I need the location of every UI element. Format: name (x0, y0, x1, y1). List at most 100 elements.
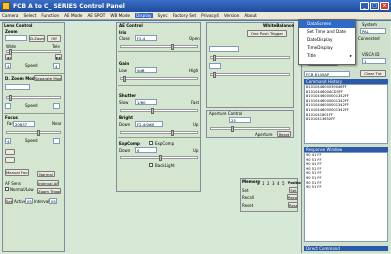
display-dropdown-menu: DataScreen Set Time and Date DateDisplay… (298, 19, 356, 65)
af-set-button[interactable]: Set (5, 198, 13, 204)
active-value[interactable]: 05 (25, 198, 33, 204)
mem-num-3: 3 (272, 181, 275, 186)
mem-set-button[interactable]: Set (289, 187, 298, 193)
iris-label: Iris (119, 30, 127, 35)
menu-wb-mode[interactable]: WB Mode (110, 13, 130, 18)
divider (4, 113, 64, 114)
menu-sync[interactable]: Sync (158, 13, 168, 18)
zoom-trigger-button[interactable]: Zoom Trigger (37, 188, 61, 194)
zoom-speed-box-right[interactable]: 4 (53, 63, 60, 69)
zoom-speed-box-left[interactable]: 4 (5, 63, 11, 69)
menu-version[interactable]: Version (224, 13, 239, 18)
lens-control-panel: Lens Control Zoom D-Zoom Off Wide Tele ◄… (2, 22, 65, 252)
shutter-slow-label: Slow (119, 100, 129, 105)
visca-id-select[interactable]: 1 (362, 58, 386, 64)
bright-slider[interactable] (120, 130, 198, 136)
gain-low-label: Low (119, 68, 127, 73)
menu-function[interactable]: Function (41, 13, 59, 18)
zoom-tele-step-button[interactable]: ►► (55, 54, 62, 60)
command-input[interactable]: FCB 8145AP (304, 71, 350, 77)
mem-num-2: 2 (267, 181, 270, 186)
zoom-slider[interactable] (6, 49, 61, 55)
menu-item-set-time-date[interactable]: Set Time and Date (299, 28, 355, 36)
d-zoom-button[interactable]: D-Zoom (29, 35, 45, 42)
zoom-wide-step-button[interactable]: ◄◄ (5, 54, 12, 60)
aperture-slider[interactable] (210, 126, 290, 132)
focus-small-button-2[interactable] (5, 157, 15, 163)
aperture-control-title: Aperture Control (209, 111, 243, 116)
title-bar: FCB A to C_ SERIES Control Panel _ □ × (0, 0, 391, 12)
focus-speed-box-right[interactable] (53, 138, 60, 144)
wb-slider[interactable] (210, 55, 290, 61)
dzoom-value (5, 84, 30, 90)
shutter-slider[interactable] (120, 108, 198, 114)
menu-item-time-display[interactable]: TimeDisplay (299, 44, 355, 52)
menu-item-datascreen[interactable]: DataScreen (299, 20, 355, 28)
menu-item-date-display[interactable]: DateDisplay (299, 36, 355, 44)
d-zoom-off-button[interactable]: Off (47, 35, 61, 42)
interval-af-button[interactable]: Interval AF (37, 180, 59, 186)
menu-ae-mode[interactable]: AE Mode (64, 13, 82, 18)
normal-low-checkbox[interactable] (5, 187, 9, 191)
manual-focus-button[interactable]: Manual Focus (5, 169, 29, 176)
expcomp-up-label: Up (193, 148, 199, 153)
one-push-trigger-button[interactable]: One Push Trigger (247, 30, 287, 37)
separate-mode-button[interactable]: Separate Mode (34, 75, 62, 81)
menu-about[interactable]: About (244, 13, 256, 18)
focus-speed-box-left[interactable]: 4 (5, 138, 11, 144)
history-item[interactable]: 81010413652FF (306, 117, 387, 122)
aperture-reset-button[interactable]: Reset (277, 131, 291, 137)
aperture-value: 25 (229, 117, 251, 123)
mem-num-0: 0 (257, 181, 260, 186)
expcomp-slider[interactable] (120, 155, 198, 161)
focus-slider[interactable] (6, 130, 61, 136)
gain-value: 0dB (135, 67, 157, 73)
menu-ae-spot[interactable]: AE SPOT (87, 13, 105, 18)
focus-label: Focus (5, 115, 18, 120)
backlight-checkbox[interactable] (149, 163, 153, 167)
menu-select[interactable]: Select (23, 13, 36, 18)
focus-normal-button[interactable]: Normal (37, 171, 55, 177)
menu-item-title[interactable]: Title ▸ (299, 52, 355, 60)
memory-panel: Memory 0 1 2 3 4 5 Position Set Recall R… (240, 178, 303, 212)
focus-small-button[interactable] (5, 149, 15, 155)
maximize-button[interactable]: □ (370, 2, 379, 10)
response-list[interactable]: 90 41 FF 90 51 FF 90 41 FF 90 51 FF 90 5… (304, 152, 388, 242)
mem-reset-button[interactable]: Reset (288, 202, 298, 208)
system-select[interactable]: PAL (360, 28, 386, 34)
dzoom-speed-box-right[interactable] (53, 103, 60, 109)
wb-slider-2[interactable] (210, 72, 290, 78)
mem-recall-button[interactable]: Recall (287, 194, 298, 200)
mem-num-1: 1 (262, 181, 265, 186)
command-history-list[interactable]: 8101044600039046FF 8101044600ACD3FF 8101… (304, 84, 388, 144)
iris-slider[interactable] (120, 44, 198, 50)
dzoom-speed-box-left[interactable] (5, 103, 11, 109)
normal-low-label: Normal/Low (10, 187, 34, 192)
dzoom-slider[interactable] (6, 95, 61, 101)
wb-title: WhiteBalance (263, 23, 295, 28)
divider (118, 51, 200, 52)
expcomp-label: ExpComp (119, 141, 140, 146)
bright-down-label: Down (119, 122, 131, 127)
expcomp-checkbox[interactable] (149, 141, 153, 145)
shutter-fast-label: Fast (191, 100, 200, 105)
divider (118, 137, 200, 138)
backlight-label: BackLight (155, 163, 175, 168)
expcomp-checkbox-label: ExpComp (155, 141, 175, 146)
interval-label: Interval (34, 199, 50, 204)
visca-id-label: VISCA ID (362, 52, 380, 57)
zoom-speed-label: Speed (25, 63, 38, 68)
close-button[interactable]: × (380, 2, 389, 10)
tele-label: Tele (52, 44, 60, 49)
dzoom-mode-label: D. Zoom Mode (5, 76, 38, 81)
menu-privacy[interactable]: Privacy4 (201, 13, 219, 18)
response-item: 90 51 FF (306, 185, 322, 190)
interval-value[interactable]: 05 (49, 198, 57, 204)
gain-label: Gain (119, 61, 130, 66)
menu-camera[interactable]: Camera (2, 13, 18, 18)
minimize-button[interactable]: _ (360, 2, 369, 10)
menu-factory-set[interactable]: Factory Set (173, 13, 197, 18)
menu-display[interactable]: Display (135, 13, 153, 18)
gain-slider[interactable] (120, 76, 198, 82)
clear-text-button[interactable]: Clear Txt (360, 70, 386, 77)
